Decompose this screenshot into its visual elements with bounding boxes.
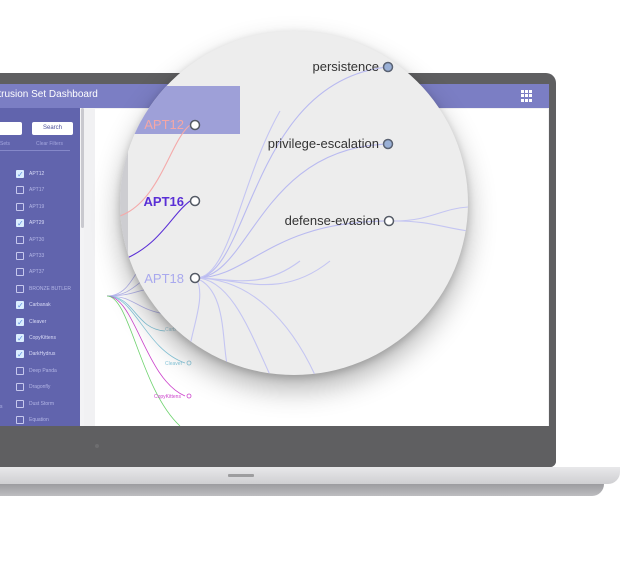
grid-apps-icon[interactable] — [521, 90, 533, 102]
sidebar-item[interactable]: ✓ CopyKittens — [16, 334, 80, 344]
laptop-notch — [228, 474, 254, 477]
lens-label-defense-evasion: defense-evasion — [285, 213, 380, 228]
lens-link — [187, 277, 201, 375]
sidebar-item-label: APT30 — [29, 236, 45, 243]
checkbox-checked[interactable]: ✓ — [16, 350, 24, 359]
lens-link — [393, 206, 468, 222]
sidebar-item[interactable]: APT33 — [16, 252, 80, 262]
lens-label-persistence: persistence — [313, 59, 379, 74]
sidebar-item[interactable]: Dragonfly — [16, 383, 80, 393]
sidebar-item[interactable]: BRONZE BUTLER — [16, 284, 80, 295]
magnifier-lens: APT12 APT16 APT18 persistence privilege-… — [120, 31, 468, 375]
sidebar-item[interactable]: ✓ Carbanak — [16, 301, 80, 311]
lens-node-defense-evasion[interactable] — [383, 215, 395, 227]
sidebar-item-label: APT17 — [29, 187, 45, 194]
sidebar-item-label: Carbanak — [29, 302, 51, 309]
sidebar-item[interactable]: APT17 — [16, 186, 80, 196]
camera-dot — [95, 444, 99, 448]
lens-node-apt12[interactable] — [189, 119, 201, 131]
sidebar-item[interactable]: ✓ Cleaver — [16, 317, 80, 328]
checkbox-checked[interactable]: ✓ — [16, 219, 24, 228]
sidebar-item[interactable]: APT19 — [16, 202, 80, 213]
laptop-mockup: Intrusion Set Dashboard Search Sets Clea… — [0, 0, 640, 583]
sidebar-item[interactable]: Dust Storm — [16, 399, 80, 410]
lens-link — [195, 260, 301, 282]
lens-label-apt18: APT18 — [144, 271, 184, 286]
sidebar-item[interactable]: Deep Panda — [16, 366, 80, 377]
lens-label-privilege-escalation: privilege-escalation — [268, 136, 379, 151]
sidebar-item-label: APT29 — [29, 220, 45, 227]
lens-tree-graph: APT12 APT16 APT18 persistence privilege-… — [120, 59, 468, 375]
sidebar-item-label: CopyKittens — [29, 335, 56, 341]
checkbox-checked[interactable]: ✓ — [16, 317, 24, 326]
checkbox[interactable] — [16, 416, 24, 424]
lens-label-apt16: APT16 — [144, 194, 184, 209]
checkbox[interactable] — [16, 284, 24, 293]
sidebar-item-label: APT19 — [29, 203, 45, 210]
sidebar-side-label: s — [0, 404, 3, 410]
lens-node-apt18[interactable] — [189, 272, 201, 284]
sidebar-item-label: Deep Panda — [29, 367, 57, 374]
lens-link — [393, 220, 468, 232]
sidebar-divider — [0, 150, 70, 151]
sidebar-item-label: APT37 — [29, 269, 45, 276]
lens-link — [195, 220, 390, 279]
sidebar-item[interactable]: ✓ APT12 — [16, 170, 80, 180]
sidebar-item-label: Cleaver — [29, 318, 47, 325]
sidebar-item-label: Dust Storm — [29, 400, 55, 407]
search-button[interactable]: Search — [32, 122, 73, 135]
sidebar-scrollbar-thumb[interactable] — [81, 108, 84, 228]
lens-link — [195, 66, 389, 279]
sidebar-item[interactable]: ✓ APT29 — [16, 219, 80, 229]
laptop-base — [0, 467, 620, 484]
lens-link — [195, 143, 391, 279]
lens-node-apt16[interactable] — [189, 195, 201, 207]
sets-link[interactable]: Sets — [0, 141, 10, 147]
laptop-bezel — [0, 426, 556, 467]
app-title: Intrusion Set Dashboard — [0, 89, 98, 100]
lens-node-privilege-escalation[interactable] — [382, 138, 394, 150]
sidebar: Search Sets Clear Filters ✓ APT12 APT17 APT… — [0, 108, 80, 426]
sidebar-item-label: APT33 — [29, 253, 45, 259]
sidebar-item-label: DarkHydrus — [29, 351, 56, 358]
laptop-base-edge — [0, 484, 604, 496]
sidebar-item-label: APT12 — [29, 171, 45, 177]
checkbox[interactable] — [16, 186, 24, 195]
checkbox[interactable] — [16, 252, 24, 260]
search-input[interactable] — [0, 122, 22, 135]
clear-filters-link[interactable]: Clear Filters — [36, 141, 63, 147]
checkbox[interactable] — [16, 366, 24, 375]
checkbox-checked[interactable]: ✓ — [16, 301, 24, 310]
tree-label-copykittens: CopyKittens — [154, 394, 181, 400]
checkbox[interactable] — [16, 399, 24, 408]
sidebar-item[interactable]: Equation — [16, 416, 80, 426]
checkbox-checked[interactable]: ✓ — [16, 170, 24, 179]
sidebar-item[interactable]: APT30 — [16, 235, 80, 246]
sidebar-item-label: Dragonfly — [29, 384, 51, 391]
checkbox[interactable] — [16, 202, 24, 211]
checkbox[interactable] — [16, 383, 24, 392]
lens-link — [195, 277, 316, 375]
sidebar-item-label: Equation — [29, 417, 49, 423]
checkbox[interactable] — [16, 235, 24, 244]
checkbox[interactable] — [16, 268, 24, 277]
checkbox-checked[interactable]: ✓ — [16, 334, 24, 343]
tree-node-copykittens[interactable] — [186, 393, 192, 399]
lens-node-persistence[interactable] — [382, 61, 394, 73]
sidebar-item[interactable]: APT37 — [16, 268, 80, 278]
lens-link — [195, 277, 271, 375]
sidebar-item[interactable]: ✓ DarkHydrus — [16, 350, 80, 360]
lens-label-apt12: APT12 — [144, 117, 184, 132]
sidebar-item-label: BRONZE BUTLER — [29, 285, 71, 292]
